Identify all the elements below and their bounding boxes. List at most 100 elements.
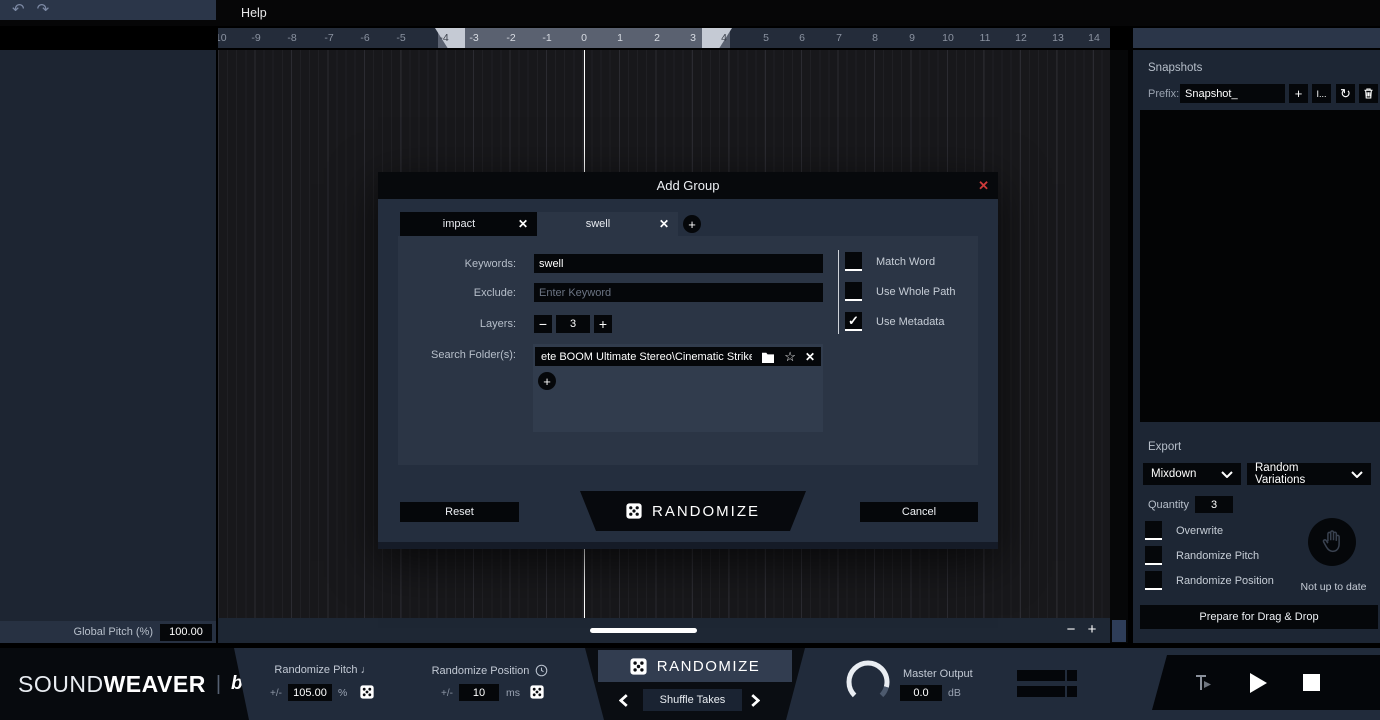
dialog-randomize-button[interactable]: RANDOMIZE [580, 491, 806, 531]
exclude-label: Exclude: [398, 287, 516, 299]
export-variations-value: Random Variations [1255, 462, 1351, 486]
play-from-marker-icon[interactable] [1192, 674, 1214, 692]
use-whole-path-checkbox[interactable] [845, 282, 862, 301]
randomize-pitch-text: Randomize Pitch [274, 664, 357, 676]
match-word-label: Match Word [876, 256, 935, 268]
next-take-icon[interactable] [751, 694, 760, 707]
ruler-tick-label: -6 [360, 32, 369, 44]
match-word-row: Match Word [845, 252, 935, 271]
pitch-plusminus-label: +/- [270, 688, 282, 699]
transport-panel [1152, 655, 1380, 710]
dialog-title: Add Group [657, 178, 720, 193]
dialog-close-icon[interactable]: ✕ [978, 178, 989, 194]
note-icon: ♩ [361, 664, 372, 676]
tab-swell-label: swell [537, 218, 659, 230]
add-snapshot-button[interactable]: + [1289, 84, 1308, 103]
exclude-input[interactable] [534, 283, 823, 302]
export-variations-dropdown[interactable]: Random Variations [1247, 463, 1371, 485]
global-pitch-row: Global Pitch (%) [0, 621, 216, 643]
tab-swell-close-icon[interactable]: ✕ [659, 217, 669, 231]
refresh-snapshots-button[interactable]: ↻ [1336, 84, 1355, 103]
tab-impact-close-icon[interactable]: ✕ [518, 217, 528, 231]
folder-icon[interactable] [761, 351, 775, 363]
scrollbar-thumb[interactable] [590, 628, 697, 633]
ruler-tick-label: 10 [942, 32, 954, 44]
position-dice-icon[interactable] [530, 685, 544, 699]
add-folder-button[interactable]: + [538, 372, 556, 390]
keywords-label: Keywords: [398, 258, 516, 270]
overwrite-checkbox[interactable] [1145, 521, 1162, 540]
layers-value[interactable]: 3 [556, 315, 590, 333]
reset-button[interactable]: Reset [400, 502, 519, 522]
layers-label: Layers: [398, 318, 516, 330]
randomize-position-section-label: Randomize Position [425, 664, 555, 677]
tab-swell[interactable]: swell ✕ [537, 212, 678, 236]
vertical-scrollbar-thumb[interactable] [1112, 620, 1126, 642]
cancel-button[interactable]: Cancel [860, 502, 978, 522]
snapshot-list[interactable] [1140, 110, 1380, 422]
rename-snapshot-button[interactable]: I... [1312, 84, 1331, 103]
ruler-tick-label: 12 [1015, 32, 1027, 44]
use-metadata-label: Use Metadata [876, 316, 944, 328]
redo-icon[interactable]: ↷ [37, 0, 50, 20]
prefix-label: Prefix: [1148, 88, 1179, 100]
randomize-pitch-checkbox[interactable] [1145, 546, 1162, 565]
add-tab-button[interactable]: + [683, 215, 701, 233]
minus-icon: − [539, 316, 547, 332]
zoom-in-button[interactable]: + [1084, 621, 1100, 638]
randomize-pitch-label: Randomize Pitch [1176, 550, 1259, 562]
delete-snapshot-button[interactable] [1359, 84, 1378, 103]
main-randomize-button[interactable]: RANDOMIZE [598, 650, 792, 682]
ruler-tick-label: -10 [218, 32, 227, 44]
prepare-drag-drop-button[interactable]: Prepare for Drag & Drop [1140, 605, 1378, 629]
pitch-unit-label: % [338, 687, 347, 699]
pitch-dice-icon[interactable] [360, 685, 374, 699]
favorite-star-icon[interactable]: ☆ [784, 349, 796, 365]
quantity-input[interactable] [1195, 496, 1233, 513]
layers-decrement-button[interactable]: − [534, 315, 552, 333]
pitch-amount-input[interactable] [288, 684, 332, 701]
export-format-value: Mixdown [1151, 468, 1221, 480]
chevron-down-icon [1351, 471, 1363, 478]
soundweaver-app: File Edit Add Options Help ↶ ↷ -10 -9 -8… [0, 0, 1380, 720]
hand-icon [1318, 528, 1346, 556]
global-pitch-input[interactable] [160, 624, 212, 641]
meter-tick [1065, 686, 1067, 697]
position-amount-input[interactable] [459, 684, 499, 701]
keywords-input[interactable] [534, 254, 823, 273]
master-output-label: Master Output [903, 668, 973, 680]
export-format-dropdown[interactable]: Mixdown [1143, 463, 1241, 485]
export-title: Export [1148, 441, 1181, 453]
master-output-input[interactable] [900, 685, 942, 701]
shuffle-takes-button[interactable]: Shuffle Takes [643, 689, 742, 711]
randomize-position-checkbox[interactable] [1145, 571, 1162, 590]
snapshot-prefix-input[interactable] [1180, 84, 1285, 103]
undo-redo-bar: ↶ ↷ [0, 0, 216, 20]
horizontal-scrollbar[interactable]: − + [218, 618, 1110, 643]
stop-icon[interactable] [1303, 674, 1320, 691]
ruler-tick-label: 4 [721, 32, 727, 44]
menu-help[interactable]: Help [227, 6, 281, 20]
use-whole-path-label: Use Whole Path [876, 286, 955, 298]
not-up-to-date-indicator [1308, 518, 1356, 566]
master-output-unit: dB [948, 687, 961, 699]
play-icon[interactable] [1250, 673, 1267, 693]
randomize-position-row: Randomize Position [1145, 571, 1274, 590]
not-up-to-date-label: Not up to date [1291, 581, 1376, 593]
remove-folder-icon[interactable]: ✕ [805, 350, 815, 364]
undo-icon[interactable]: ↶ [12, 0, 25, 20]
overwrite-row: Overwrite [1145, 521, 1223, 540]
tab-impact[interactable]: impact ✕ [400, 212, 537, 236]
timeline-ruler[interactable]: -10 -9 -8 -7 -6 -5 -4 -3 -2 -1 0 1 2 3 4… [218, 28, 1110, 48]
global-pitch-label: Global Pitch (%) [74, 626, 153, 638]
ruler-tick-label: -4 [439, 32, 448, 44]
prepare-drag-drop-label: Prepare for Drag & Drop [1199, 611, 1318, 623]
folder-row: ete BOOM Ultimate Stereo\Cinematic Strik… [535, 347, 821, 366]
use-metadata-checkbox[interactable]: ✓ [845, 312, 862, 331]
match-word-checkbox[interactable] [845, 252, 862, 271]
previous-take-icon[interactable] [619, 694, 628, 707]
master-output-knob[interactable] [843, 657, 893, 707]
ruler-tick-label: -3 [469, 32, 478, 44]
zoom-out-button[interactable]: − [1063, 621, 1079, 638]
layers-increment-button[interactable]: + [594, 315, 612, 333]
